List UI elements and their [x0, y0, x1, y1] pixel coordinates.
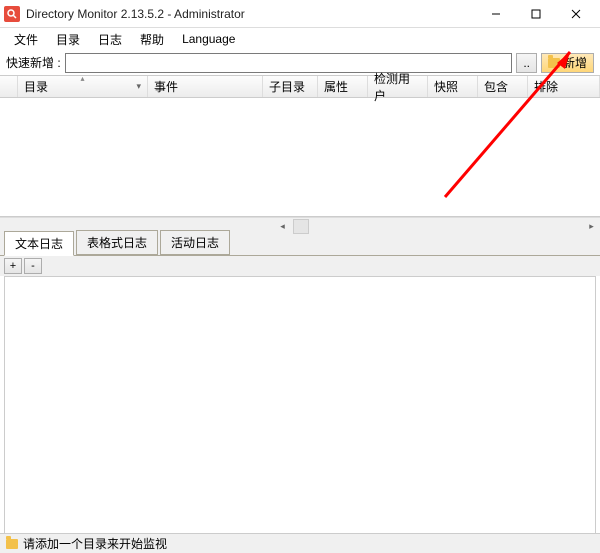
tab-activity-log[interactable]: 活动日志 — [160, 230, 230, 255]
browse-label: .. — [523, 56, 530, 70]
column-exclude[interactable]: 排除 — [528, 76, 600, 97]
status-folder-icon — [6, 539, 18, 549]
log-remove-button[interactable]: - — [24, 258, 42, 274]
column-event[interactable]: 事件 — [148, 76, 263, 97]
menu-log[interactable]: 日志 — [90, 29, 130, 50]
column-exclude-label: 排除 — [534, 78, 558, 95]
browse-button[interactable]: .. — [516, 53, 537, 73]
menu-language[interactable]: Language — [174, 30, 243, 48]
filter-icon[interactable]: ▾ — [136, 81, 141, 92]
column-subdir-label: 子目录 — [269, 78, 305, 95]
log-tabs: 文本日志 表格式日志 活动日志 — [0, 234, 600, 256]
column-include[interactable]: 包含 — [478, 76, 528, 97]
column-directory[interactable]: 目录 ▾ — [18, 76, 148, 97]
column-subdir[interactable]: 子目录 — [263, 76, 318, 97]
column-event-label: 事件 — [154, 78, 178, 95]
log-add-button[interactable]: + — [4, 258, 22, 274]
column-attribute-label: 属性 — [324, 78, 348, 95]
quickadd-label: 快速新增 : — [6, 54, 61, 71]
titlebar: Directory Monitor 2.13.5.2 - Administrat… — [0, 0, 600, 28]
scroll-thumb[interactable] — [293, 219, 309, 234]
scroll-right-arrow[interactable]: ▸ — [583, 219, 600, 234]
maximize-button[interactable] — [516, 0, 556, 28]
menu-file[interactable]: 文件 — [6, 29, 46, 50]
table-header: 目录 ▾ 事件 子目录 属性 检测用户 快照 包含 排除 — [0, 76, 600, 98]
column-snapshot[interactable]: 快照 — [428, 76, 478, 97]
add-label: 新增 — [563, 54, 587, 71]
column-detect-user-label: 检测用户 — [374, 70, 421, 104]
column-directory-label: 目录 — [24, 78, 48, 95]
quickadd-bar: 快速新增 : .. 新增 — [0, 50, 600, 76]
close-button[interactable] — [556, 0, 596, 28]
statusbar: 请添加一个目录来开始监视 — [0, 533, 600, 553]
column-snapshot-label: 快照 — [434, 78, 458, 95]
menubar: 文件 目录 日志 帮助 Language — [0, 28, 600, 50]
column-include-label: 包含 — [484, 78, 508, 95]
column-attribute[interactable]: 属性 — [318, 76, 368, 97]
scroll-left-arrow[interactable]: ◂ — [274, 219, 291, 234]
status-message: 请添加一个目录来开始监视 — [23, 535, 167, 552]
table-body[interactable] — [0, 98, 600, 217]
column-checkbox[interactable] — [0, 76, 18, 97]
app-icon — [4, 6, 20, 22]
quickadd-input[interactable] — [65, 53, 513, 73]
minimize-button[interactable] — [476, 0, 516, 28]
window-title: Directory Monitor 2.13.5.2 - Administrat… — [26, 7, 476, 21]
folder-icon — [548, 58, 560, 68]
menu-help[interactable]: 帮助 — [132, 29, 172, 50]
menu-directory[interactable]: 目录 — [48, 29, 88, 50]
tab-table-log[interactable]: 表格式日志 — [76, 230, 158, 255]
add-button[interactable]: 新增 — [541, 53, 594, 73]
log-body[interactable] — [4, 276, 596, 540]
tab-text-log[interactable]: 文本日志 — [4, 231, 74, 256]
log-toolbar: + - — [0, 256, 600, 276]
column-detect-user[interactable]: 检测用户 — [368, 76, 428, 97]
